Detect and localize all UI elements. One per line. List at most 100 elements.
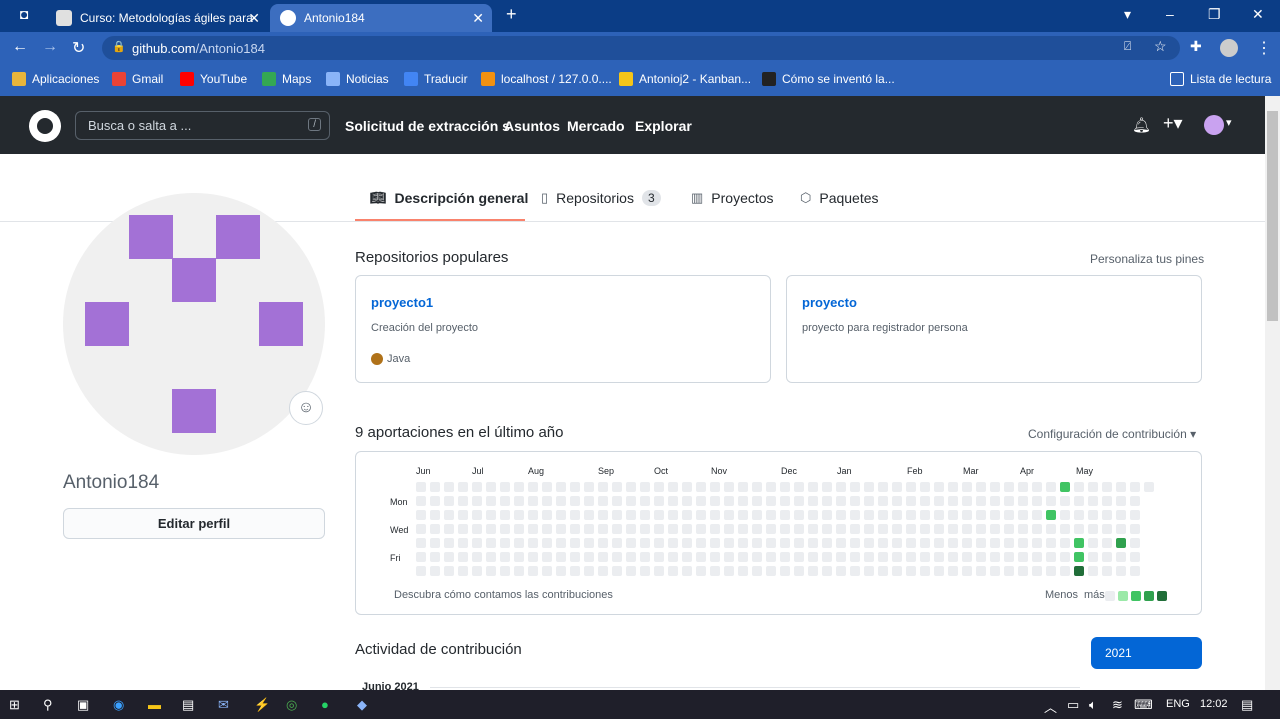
contribution-day-cell[interactable]	[1018, 538, 1028, 548]
contribution-day-cell[interactable]	[1102, 566, 1112, 576]
user-avatar-icon[interactable]	[1204, 115, 1224, 135]
contribution-day-cell[interactable]	[1144, 482, 1154, 492]
contribution-day-cell[interactable]	[528, 566, 538, 576]
contribution-day-cell[interactable]	[1116, 510, 1126, 520]
contribution-day-cell[interactable]	[1032, 538, 1042, 548]
contribution-day-cell[interactable]	[794, 566, 804, 576]
contribution-day-cell[interactable]	[584, 552, 594, 562]
contribution-day-cell[interactable]	[738, 552, 748, 562]
contribution-day-cell[interactable]	[570, 566, 580, 576]
contribution-day-cell[interactable]	[570, 552, 580, 562]
back-icon[interactable]: ←	[12, 38, 28, 56]
contribution-day-cell[interactable]	[458, 552, 468, 562]
contribution-day-cell[interactable]	[500, 566, 510, 576]
contribution-day-cell[interactable]	[654, 538, 664, 548]
contribution-day-cell[interactable]	[1116, 538, 1126, 548]
contribution-day-cell[interactable]	[486, 482, 496, 492]
contribution-day-cell[interactable]	[696, 510, 706, 520]
contribution-day-cell[interactable]	[752, 538, 762, 548]
page-scrollbar[interactable]	[1265, 96, 1280, 690]
contribution-day-cell[interactable]	[948, 524, 958, 534]
windows-start-icon[interactable]: ⊞	[9, 697, 20, 713]
contribution-day-cell[interactable]	[1060, 496, 1070, 506]
contribution-day-cell[interactable]	[920, 524, 930, 534]
contribution-day-cell[interactable]	[850, 510, 860, 520]
contribution-day-cell[interactable]	[990, 538, 1000, 548]
contribution-day-cell[interactable]	[766, 566, 776, 576]
contribution-day-cell[interactable]	[528, 510, 538, 520]
contribution-day-cell[interactable]	[570, 510, 580, 520]
contribution-day-cell[interactable]	[920, 552, 930, 562]
contribution-day-cell[interactable]	[934, 538, 944, 548]
app-cube-icon[interactable]: ◆	[357, 697, 367, 713]
profile-avatar[interactable]	[63, 193, 325, 455]
nav-marketplace[interactable]: Mercado	[567, 118, 625, 134]
contribution-day-cell[interactable]	[1004, 552, 1014, 562]
contribution-day-cell[interactable]	[1102, 552, 1112, 562]
contribution-day-cell[interactable]	[500, 510, 510, 520]
contribution-day-cell[interactable]	[864, 524, 874, 534]
contribution-day-cell[interactable]	[584, 538, 594, 548]
contribution-day-cell[interactable]	[892, 566, 902, 576]
contribution-day-cell[interactable]	[542, 482, 552, 492]
contribution-day-cell[interactable]	[1004, 566, 1014, 576]
contribution-day-cell[interactable]	[850, 482, 860, 492]
contribution-day-cell[interactable]	[906, 538, 916, 548]
contribution-day-cell[interactable]	[850, 496, 860, 506]
tab-repositories[interactable]: ▯ Repositorios 3	[541, 190, 661, 206]
contribution-day-cell[interactable]	[598, 566, 608, 576]
contribution-day-cell[interactable]	[710, 566, 720, 576]
contribution-day-cell[interactable]	[696, 482, 706, 492]
contribution-day-cell[interactable]	[514, 510, 524, 520]
contribution-day-cell[interactable]	[486, 510, 496, 520]
contribution-day-cell[interactable]	[738, 496, 748, 506]
contribution-day-cell[interactable]	[864, 552, 874, 562]
contribution-day-cell[interactable]	[990, 552, 1000, 562]
contribution-day-cell[interactable]	[724, 524, 734, 534]
contribution-day-cell[interactable]	[584, 566, 594, 576]
contribution-day-cell[interactable]	[1032, 524, 1042, 534]
contribution-day-cell[interactable]	[766, 510, 776, 520]
contribution-day-cell[interactable]	[878, 482, 888, 492]
contribution-day-cell[interactable]	[990, 496, 1000, 506]
contribution-day-cell[interactable]	[990, 510, 1000, 520]
contribution-day-cell[interactable]	[836, 482, 846, 492]
contribution-day-cell[interactable]	[808, 552, 818, 562]
contribution-day-cell[interactable]	[808, 566, 818, 576]
contribution-day-cell[interactable]	[948, 496, 958, 506]
contribution-day-cell[interactable]	[1116, 566, 1126, 576]
contribution-day-cell[interactable]	[556, 552, 566, 562]
contribution-day-cell[interactable]	[444, 566, 454, 576]
chrome-icon[interactable]: ◎	[286, 697, 297, 713]
contribution-day-cell[interactable]	[878, 552, 888, 562]
contribution-day-cell[interactable]	[416, 510, 426, 520]
contribution-day-cell[interactable]	[878, 510, 888, 520]
contribution-day-cell[interactable]	[430, 538, 440, 548]
contribution-day-cell[interactable]	[528, 496, 538, 506]
contribution-day-cell[interactable]	[934, 552, 944, 562]
contribution-day-cell[interactable]	[514, 566, 524, 576]
contribution-day-cell[interactable]	[570, 524, 580, 534]
contribution-day-cell[interactable]	[430, 524, 440, 534]
contribution-day-cell[interactable]	[1004, 482, 1014, 492]
contribution-day-cell[interactable]	[668, 552, 678, 562]
contribution-day-cell[interactable]	[472, 524, 482, 534]
contribution-day-cell[interactable]	[752, 566, 762, 576]
tab-github[interactable]: Antonio184 ✕	[270, 4, 492, 32]
new-tab-icon[interactable]: +	[506, 4, 517, 25]
contribution-day-cell[interactable]	[948, 566, 958, 576]
contribution-day-cell[interactable]	[920, 496, 930, 506]
language-indicator[interactable]: ENG	[1166, 698, 1190, 710]
contribution-day-cell[interactable]	[1102, 510, 1112, 520]
contribution-day-cell[interactable]	[752, 510, 762, 520]
bookmark-gmail[interactable]: Gmail	[112, 72, 163, 86]
contribution-day-cell[interactable]	[738, 482, 748, 492]
contribution-day-cell[interactable]	[948, 482, 958, 492]
contribution-day-cell[interactable]	[1130, 538, 1140, 548]
contribution-day-cell[interactable]	[1088, 566, 1098, 576]
contribution-day-cell[interactable]	[430, 510, 440, 520]
contribution-day-cell[interactable]	[542, 496, 552, 506]
contribution-day-cell[interactable]	[990, 566, 1000, 576]
contribution-day-cell[interactable]	[654, 510, 664, 520]
contribution-day-cell[interactable]	[570, 482, 580, 492]
